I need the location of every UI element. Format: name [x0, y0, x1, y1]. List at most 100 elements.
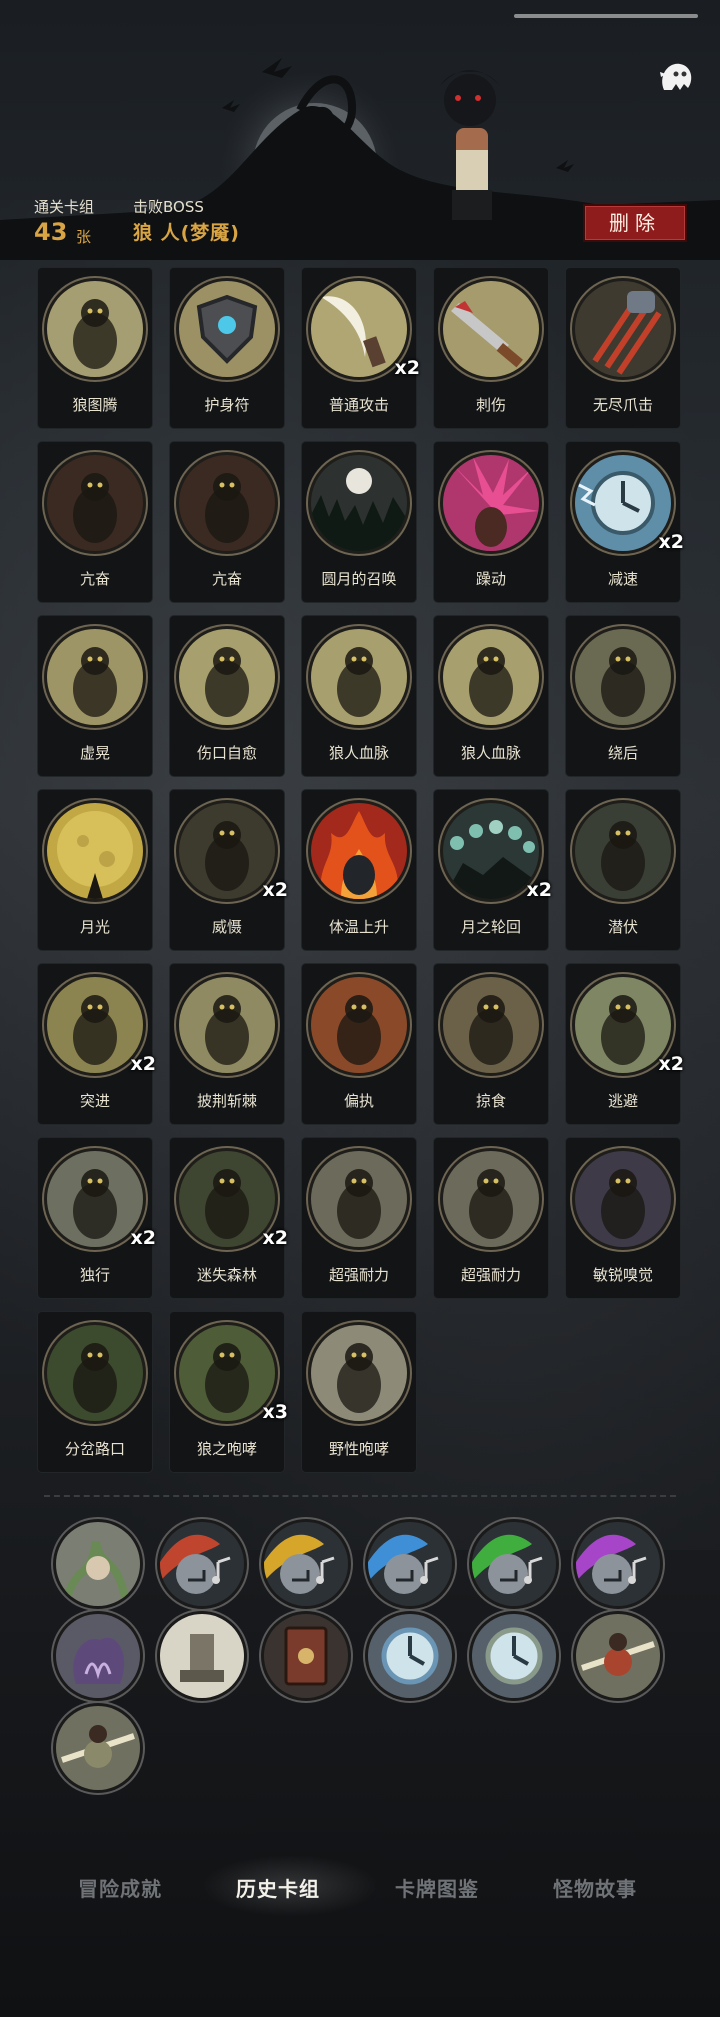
deck-card[interactable]: 突进 x2 — [38, 964, 156, 1124]
tab-adventure-achievements[interactable]: 冒险成就 — [78, 1873, 162, 1902]
deck-card[interactable]: 刺伤 — [434, 268, 548, 428]
deck-card[interactable]: 敏锐嗅觉 — [566, 1138, 680, 1298]
deck-card[interactable]: 超强耐力 — [302, 1138, 416, 1298]
card-name: 独行 — [79, 1266, 110, 1284]
deck-card[interactable]: 潜伏 — [566, 790, 680, 950]
card-art-howl — [179, 1325, 275, 1421]
deck-card[interactable]: 普通攻击 x2 — [302, 268, 420, 428]
card-name: 迷失森林 — [196, 1266, 257, 1284]
cleared-deck-label: 通关卡组 — [34, 198, 95, 216]
card-multiplier: x2 — [262, 1227, 288, 1249]
deck-card[interactable]: 亢奋 — [38, 442, 152, 602]
card-name: 逃避 — [607, 1092, 638, 1110]
deck-card[interactable]: 绕后 — [566, 616, 680, 776]
card-name: 狼人血脉 — [328, 744, 389, 762]
card-count-unit: 张 — [76, 228, 92, 246]
card-name: 野性咆哮 — [328, 1440, 389, 1458]
deck-card[interactable]: 狼之咆哮 x3 — [170, 1312, 288, 1472]
card-art-wolf — [47, 281, 143, 377]
card-art-bear — [179, 803, 275, 899]
deck-card[interactable]: 躁动 — [434, 442, 548, 602]
deck-card[interactable]: 月之轮回 x2 — [434, 790, 552, 950]
card-name: 月之轮回 — [460, 918, 521, 936]
relic-swordsman-icon[interactable] — [56, 1706, 140, 1790]
deck-card[interactable]: 虚晃 — [38, 616, 152, 776]
deck-card[interactable]: 偏执 — [302, 964, 416, 1124]
tab-monster-stories[interactable]: 怪物故事 — [553, 1873, 637, 1902]
card-name: 圆月的召唤 — [321, 570, 397, 588]
deck-card[interactable]: 掠食 — [434, 964, 548, 1124]
card-name: 普通攻击 — [328, 396, 389, 414]
card-name: 月光 — [79, 918, 110, 936]
card-art-shield — [179, 281, 275, 377]
deck-card[interactable]: 独行 x2 — [38, 1138, 156, 1298]
card-art-howlmoon — [311, 1325, 407, 1421]
defeated-boss-label: 击败BOSS — [133, 198, 204, 216]
card-multiplier: x3 — [262, 1401, 288, 1423]
card-name: 超强耐力 — [328, 1266, 389, 1284]
card-multiplier: x2 — [394, 357, 420, 379]
card-art-arm — [443, 629, 539, 725]
relic-note-icon[interactable] — [368, 1522, 452, 1606]
relic-tentacle-icon[interactable] — [56, 1522, 140, 1606]
relic-warrior-icon[interactable] — [576, 1614, 660, 1698]
deck-card[interactable]: 迷失森林 x2 — [170, 1138, 288, 1298]
card-art-boy — [179, 629, 275, 725]
card-art-skull — [575, 629, 671, 725]
card-name: 狼之咆哮 — [196, 1440, 257, 1458]
deck-card[interactable]: 分岔路口 — [38, 1312, 152, 1472]
card-art-snarl — [575, 1151, 671, 1247]
relic-ruin-icon[interactable] — [160, 1614, 244, 1698]
relic-blob-icon[interactable] — [56, 1614, 140, 1698]
tab-history-deck[interactable]: 历史卡组 — [236, 1873, 320, 1902]
card-name: 亢奋 — [211, 570, 242, 588]
card-art-forest — [179, 1151, 275, 1247]
card-name: 减速 — [607, 570, 638, 588]
card-name: 掠食 — [475, 1092, 506, 1110]
card-name: 分岔路口 — [64, 1440, 125, 1458]
deck-card[interactable]: 逃避 x2 — [566, 964, 684, 1124]
relic-note-icon[interactable] — [576, 1522, 660, 1606]
deck-card[interactable]: 无尽爪击 — [566, 268, 680, 428]
card-art-lone — [47, 1151, 143, 1247]
relic-note-icon[interactable] — [160, 1522, 244, 1606]
card-art-fist — [47, 629, 143, 725]
card-name: 体温上升 — [328, 918, 389, 936]
card-art-beast — [47, 455, 143, 551]
relic-clock-icon[interactable] — [472, 1614, 556, 1698]
card-art-fullmoon — [47, 803, 143, 899]
card-art-claw — [575, 281, 671, 377]
deck-card[interactable]: 狼人血脉 — [434, 616, 548, 776]
card-multiplier: x2 — [526, 879, 552, 901]
card-art-beast — [179, 455, 275, 551]
deck-card[interactable]: 护身符 — [170, 268, 284, 428]
delete-button[interactable]: 删除 — [583, 204, 687, 242]
card-name: 刺伤 — [475, 396, 506, 414]
card-art-cave — [311, 1151, 407, 1247]
tab-card-compendium[interactable]: 卡牌图鉴 — [395, 1873, 479, 1902]
deck-card[interactable]: 亢奋 — [170, 442, 284, 602]
card-art-moon — [311, 455, 407, 551]
deck-card[interactable]: 狼图腾 — [38, 268, 152, 428]
card-art-rage — [311, 977, 407, 1073]
relic-note-icon[interactable] — [472, 1522, 556, 1606]
relic-clock-icon[interactable] — [368, 1614, 452, 1698]
deck-card[interactable]: 减速 x2 — [566, 442, 684, 602]
deck-card[interactable]: 威慑 x2 — [170, 790, 288, 950]
ghost-icon[interactable] — [654, 56, 698, 100]
deck-card[interactable]: 体温上升 — [302, 790, 416, 950]
deck-card[interactable]: 伤口自愈 — [170, 616, 284, 776]
card-name: 狼图腾 — [72, 396, 118, 414]
card-name: 绕后 — [607, 744, 638, 762]
deck-card[interactable]: 野性咆哮 — [302, 1312, 416, 1472]
relic-note-icon[interactable] — [264, 1522, 348, 1606]
relic-book-icon[interactable] — [264, 1614, 348, 1698]
deck-card[interactable]: 月光 — [38, 790, 152, 950]
deck-card[interactable]: 披荆斩棘 — [170, 964, 284, 1124]
deck-card[interactable]: 超强耐力 — [434, 1138, 548, 1298]
card-art-cave — [443, 1151, 539, 1247]
card-name: 狼人血脉 — [460, 744, 521, 762]
card-art-hunt — [443, 977, 539, 1073]
deck-card[interactable]: 圆月的召唤 — [302, 442, 416, 602]
deck-card[interactable]: 狼人血脉 — [302, 616, 416, 776]
